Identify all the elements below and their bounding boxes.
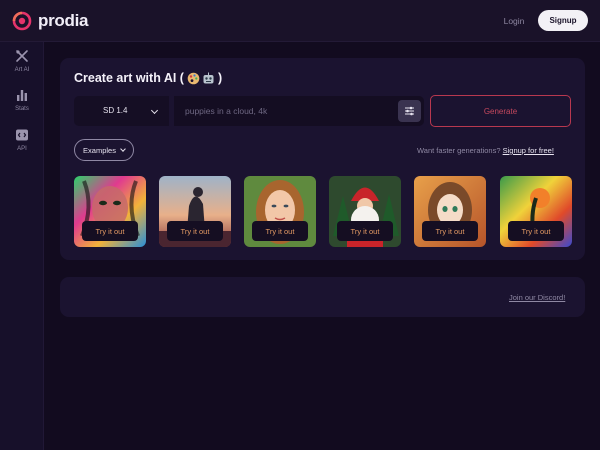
try-it-out-button[interactable]: Try it out xyxy=(422,221,478,241)
try-it-out-button[interactable]: Try it out xyxy=(82,221,138,241)
title-close: ) xyxy=(217,71,223,85)
model-selected-value: SD 1.4 xyxy=(103,106,128,115)
try-it-out-button[interactable]: Try it out xyxy=(252,221,308,241)
prompt-input[interactable] xyxy=(174,96,424,126)
chevron-down-icon xyxy=(120,146,126,152)
prodia-logo-icon xyxy=(12,11,32,31)
examples-label: Examples xyxy=(83,145,116,155)
examples-dropdown[interactable]: Examples xyxy=(74,139,134,161)
title-text: Create art with AI ( xyxy=(74,71,184,85)
try-it-out-button[interactable]: Try it out xyxy=(337,221,393,241)
sidebar-item-label: API xyxy=(17,146,27,152)
brand-name: prodia xyxy=(38,11,89,30)
brush-icon xyxy=(16,50,28,62)
sidebar: Art AI Stats API xyxy=(0,42,44,450)
palette-icon xyxy=(187,72,200,84)
logo[interactable]: prodia xyxy=(12,10,88,32)
page-title: Create art with AI ( ) xyxy=(74,71,222,85)
sidebar-item-api[interactable]: API xyxy=(0,128,44,160)
login-link[interactable]: Login xyxy=(496,12,532,30)
sidebar-item-stats[interactable]: Stats xyxy=(0,88,44,120)
example-painted-face[interactable]: Try it out xyxy=(74,176,146,247)
sidebar-item-art-ai[interactable]: Art AI xyxy=(0,49,44,81)
sidebar-item-label: Stats xyxy=(15,106,29,112)
generate-button[interactable]: Generate xyxy=(430,95,571,127)
join-discord-link[interactable]: Join our Discord! xyxy=(509,293,565,302)
example-portrait-woman[interactable]: Try it out xyxy=(244,176,316,247)
bar-chart-icon xyxy=(17,90,27,101)
signup-button[interactable]: Signup xyxy=(538,10,588,31)
example-colorful-landscape[interactable]: Try it out xyxy=(500,176,572,247)
faster-text: Want faster generations? xyxy=(417,146,501,155)
sidebar-item-label: Art AI xyxy=(14,67,30,73)
signup-free-link[interactable]: Signup for free! xyxy=(503,146,554,155)
try-it-out-button[interactable]: Try it out xyxy=(508,221,564,241)
discord-card xyxy=(60,277,585,317)
try-it-out-button[interactable]: Try it out xyxy=(167,221,223,241)
robot-icon xyxy=(203,72,214,83)
example-knight-statue[interactable]: Try it out xyxy=(159,176,231,247)
example-santa[interactable]: Try it out xyxy=(329,176,401,247)
top-bar: prodia Login Signup xyxy=(0,0,600,42)
example-anime-girl[interactable]: Try it out xyxy=(414,176,486,247)
code-icon xyxy=(16,129,28,141)
sliders-icon xyxy=(405,106,414,116)
faster-generations-text: Want faster generations? Signup for free… xyxy=(417,146,554,155)
title-emojis xyxy=(187,72,215,85)
settings-button[interactable] xyxy=(398,100,421,122)
